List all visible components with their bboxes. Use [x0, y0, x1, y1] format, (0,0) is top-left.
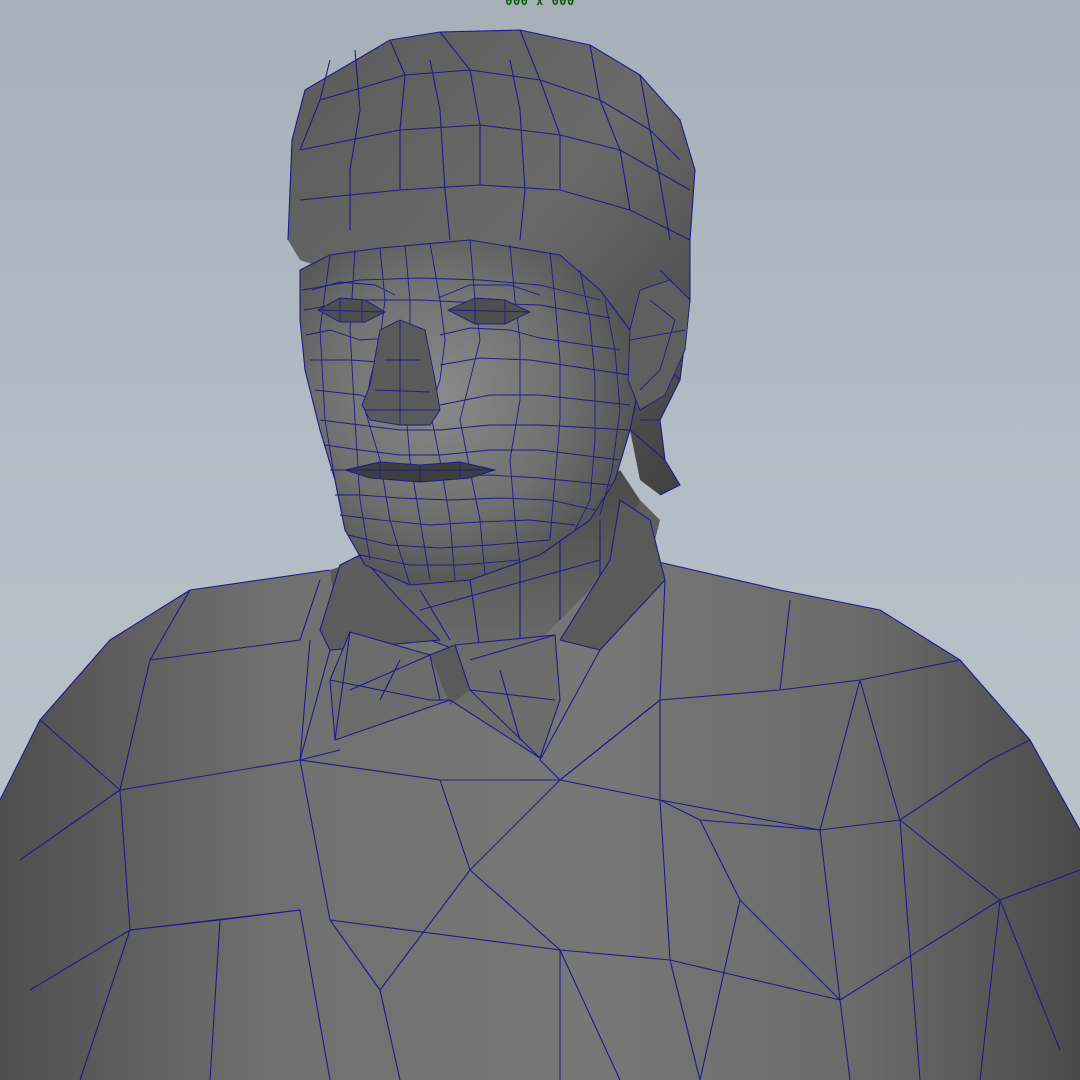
3d-viewport[interactable]: 000 x 000: [0, 0, 1080, 1080]
character-mesh[interactable]: [0, 0, 1080, 1080]
ear-mesh: [627, 279, 691, 411]
